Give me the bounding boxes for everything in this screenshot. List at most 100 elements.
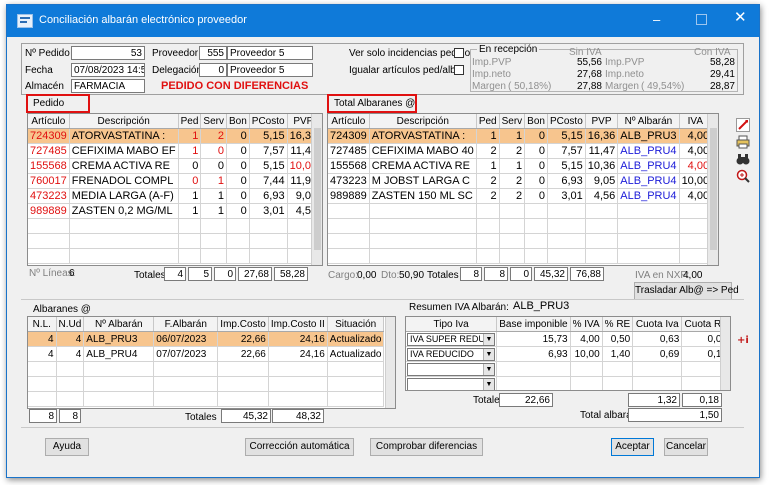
table-row[interactable]: 155568 CREMA ACTIVA RE 0 0 0 5,15 10,00 xyxy=(28,158,322,174)
empty-row[interactable] xyxy=(328,218,718,234)
empty-cell xyxy=(617,203,680,219)
ayuda-button[interactable]: Ayuda xyxy=(45,438,89,456)
app-icon xyxy=(17,14,33,28)
pedido-tot-pvp: 58,28 xyxy=(274,267,308,281)
empty-row[interactable] xyxy=(28,391,385,407)
minimize-icon[interactable]: – xyxy=(653,13,660,27)
empty-row[interactable] xyxy=(328,248,718,264)
proveedor-code-field[interactable]: 555 xyxy=(199,46,227,60)
empty-row[interactable] xyxy=(28,233,322,249)
zoom-icon[interactable] xyxy=(736,169,750,183)
empty-cell xyxy=(28,233,70,249)
print-icon[interactable] xyxy=(736,135,750,149)
table-row[interactable]: 4 4 ALB_PRU3 06/07/2023 22,66 24,16 Actualizad… xyxy=(28,331,385,347)
empty-cell xyxy=(28,361,57,377)
empty-cell xyxy=(226,248,250,264)
tipo-iva-select[interactable]: ▼ xyxy=(406,376,498,390)
table-row[interactable]: 4 4 ALB_PRU4 07/07/2023 22,66 24,16 Actualizad… xyxy=(28,346,385,362)
empty-row[interactable] xyxy=(28,248,322,264)
table-row[interactable]: 473223 MEDIA LARGA (A-F) 1 1 0 6,93 9,05 xyxy=(28,188,322,204)
table-row[interactable]: 724309 ATORVASTATINA :1 1 0 5,15 16,36 ALB_PRU… xyxy=(328,128,718,144)
albaran-scrollbar[interactable] xyxy=(707,114,718,265)
aceptar-button[interactable]: Aceptar xyxy=(611,438,654,456)
table-row[interactable]: 989889 ZASTEN 0,2 MG/ML 1 1 0 3,01 4,56 xyxy=(28,203,322,219)
cell-nud: 4 xyxy=(56,331,85,347)
delegacion-name-field[interactable]: Proveedor 5 xyxy=(227,63,313,77)
correccion-button[interactable]: Corrección automática xyxy=(245,438,354,456)
table-row[interactable]: IVA SUPER REDUC ▼ 15,73 4,00 0,50 0,63 0,08 xyxy=(406,331,730,347)
almacen-label: Almacén xyxy=(25,81,64,92)
empty-cell xyxy=(547,203,586,219)
column-header: F.Albarán xyxy=(153,317,219,332)
table-row[interactable]: 727485 CEFIXIMA MABO 40 2 2 0 7,57 11,47 ALB_PR… xyxy=(328,143,718,159)
trasladar-button[interactable]: Trasladar Alb@ => Ped xyxy=(634,282,739,300)
albaranes-grid[interactable]: N.L. N.Ud Nº Albarán F.Albarán Imp.Costo Imp.… xyxy=(27,316,396,409)
right-neto-value: 29,41 xyxy=(709,69,735,80)
tipo-iva-select[interactable]: IVA SUPER REDUC ▼ xyxy=(406,331,498,347)
resumen-title: Resumen IVA Albarán: xyxy=(409,302,509,313)
fecha-field[interactable]: 07/08/2023 14:50 xyxy=(71,63,145,77)
cell-pcosto: 6,93 xyxy=(249,188,288,204)
table-row[interactable]: 155568 CREMA ACTIVA RE 1 1 0 5,15 10,36 ALB_PRU… xyxy=(328,158,718,174)
empty-cell xyxy=(328,203,370,219)
left-margen-value: 27,88 xyxy=(576,81,602,92)
cell-albaran: ALB_PRU4 xyxy=(617,158,680,174)
empty-row[interactable] xyxy=(328,203,718,219)
pedido-field[interactable]: 53 xyxy=(71,46,145,60)
empty-row[interactable] xyxy=(28,218,322,234)
column-header: Bon xyxy=(226,114,250,129)
tab-pedido[interactable]: Pedido xyxy=(33,98,64,109)
delegacion-code-field[interactable]: 0 xyxy=(199,63,227,77)
lineas-value: 6 xyxy=(69,268,75,279)
table-row[interactable]: IVA REDUCIDO ▼ 6,93 10,00 1,40 0,69 0,10 xyxy=(406,346,730,362)
tipo-iva-select[interactable]: ▼ xyxy=(406,361,498,377)
pedido-grid[interactable]: ArtículoDescripciónPedServBonPCostoPVPI … xyxy=(27,113,323,266)
empty-cell xyxy=(328,233,370,249)
albaranes-scrollbar[interactable] xyxy=(385,317,395,408)
cell-base: 6,93 xyxy=(496,346,571,362)
proveedor-name-field[interactable]: Proveedor 5 xyxy=(227,46,313,60)
tab-total-albaranes[interactable]: Total Albaranes @ xyxy=(334,98,415,109)
albaran-grid[interactable]: Artículo Descripción Ped Serv Bon PCosto PVP Nº… xyxy=(327,113,719,266)
chevron-down-icon[interactable]: ▼ xyxy=(483,348,494,360)
table-row[interactable]: 989889 ZASTEN 150 ML SC 2 2 0 3,01 4,56 ALB_PRU… xyxy=(328,188,718,204)
resumen-scrollbar[interactable] xyxy=(720,317,730,390)
pedido-scrollbar[interactable] xyxy=(311,114,322,265)
empty-row[interactable]: ▼ xyxy=(406,361,730,377)
table-row[interactable]: 724309 ATORVASTATINA :1 2 0 5,15 16,36 xyxy=(28,128,322,144)
column-header: Descripción xyxy=(69,114,179,129)
cell-articulo: 473223 xyxy=(328,173,370,189)
cancelar-button[interactable]: Cancelar xyxy=(664,438,708,456)
empty-row[interactable]: ▼ xyxy=(406,376,730,390)
cell-bon: 0 xyxy=(524,128,548,144)
info-icon[interactable]: +i xyxy=(736,332,750,346)
close-icon[interactable]: ✕ xyxy=(734,10,747,25)
empty-cell xyxy=(200,233,227,249)
resumen-grid[interactable]: Tipo Iva Base imponible% IVA% RE Cuota Iva… xyxy=(405,316,731,391)
empty-cell xyxy=(369,233,477,249)
almacen-field[interactable]: FARMACIA xyxy=(71,79,145,93)
table-row[interactable]: 727485 CEFIXIMA MABO EF 1 0 0 7,57 11,47 xyxy=(28,143,322,159)
igualar-checkbox[interactable] xyxy=(454,65,464,75)
tipo-iva-select[interactable]: IVA REDUCIDO ▼ xyxy=(406,346,498,362)
chevron-down-icon[interactable]: ▼ xyxy=(483,333,494,345)
empty-row[interactable] xyxy=(328,233,718,249)
table-row[interactable]: 760017 FRENADOL COMPL 0 1 0 7,44 11,95 xyxy=(28,173,322,189)
ver-solo-checkbox[interactable] xyxy=(454,48,464,58)
comprobar-button[interactable]: Comprobar diferencias xyxy=(370,438,483,456)
chevron-down-icon[interactable]: ▼ xyxy=(483,378,494,390)
binoculars-icon[interactable] xyxy=(736,152,750,166)
empty-row[interactable] xyxy=(28,376,385,392)
scroll-thumb[interactable] xyxy=(314,128,321,250)
cell-albaran: ALB_PRU3 xyxy=(83,331,155,347)
pen-icon[interactable] xyxy=(736,118,750,132)
cell-pct-re: 1,40 xyxy=(602,346,634,362)
title-bar[interactable]: Conciliación albarán electrónico proveed… xyxy=(7,5,759,37)
scroll-thumb[interactable] xyxy=(710,128,717,250)
empty-row[interactable] xyxy=(28,361,385,377)
column-header: Imp.Costo II xyxy=(268,317,328,332)
column-header: Descripción xyxy=(369,114,477,129)
table-row[interactable]: 473223 M JOBST LARGA C 2 2 0 6,93 9,05 ALB_PRU4… xyxy=(328,173,718,189)
cell-descripcion: ATORVASTATINA : xyxy=(69,128,179,144)
chevron-down-icon[interactable]: ▼ xyxy=(483,363,494,375)
